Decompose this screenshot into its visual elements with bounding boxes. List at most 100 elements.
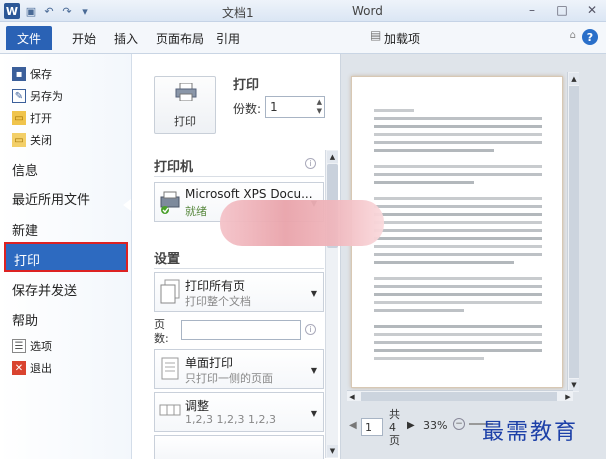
preview-text-line <box>374 245 542 248</box>
nav-recent[interactable]: 最近所用文件 <box>12 189 90 208</box>
pages-input[interactable] <box>181 320 301 340</box>
printer-status: 就绪 <box>185 205 207 218</box>
undo-icon[interactable]: ↶ <box>42 4 56 18</box>
print-range-sub: 打印整个文档 <box>185 295 251 308</box>
nav-close[interactable]: ▭ 关闭 <box>12 132 52 148</box>
preview-text-line <box>374 181 474 184</box>
collate-main: 调整 <box>185 399 210 413</box>
app-name: Word <box>352 4 383 18</box>
preview-hscrollbar[interactable]: ◀ ▶ <box>347 390 573 401</box>
scroll-thumb[interactable] <box>361 392 557 401</box>
preview-text-line <box>374 237 542 240</box>
tab-insert[interactable]: 插入 <box>114 30 138 47</box>
close-icon[interactable]: ✕ <box>584 2 600 18</box>
preview-text-line <box>374 205 542 208</box>
preview-text-line <box>374 349 542 352</box>
redo-icon[interactable]: ↷ <box>60 4 74 18</box>
pages-label: 页数: <box>154 318 169 345</box>
word-logo-icon[interactable]: W <box>4 3 20 19</box>
one-sided-icon <box>161 357 179 380</box>
scroll-up-icon[interactable]: ▲ <box>569 73 579 85</box>
nav-exit[interactable]: ✕ 退出 <box>12 360 52 376</box>
nav-exit-label: 退出 <box>30 362 52 375</box>
print-range-main: 打印所有页 <box>185 279 246 293</box>
ribbon-tabs: 文件 开始 插入 页面布局 引用 ▤ 加载项 ⌂ ? <box>0 22 606 54</box>
minimize-icon[interactable]: – <box>524 2 540 18</box>
printer-name: Microsoft XPS Docu... <box>185 187 313 201</box>
copies-value: 1 <box>270 100 278 114</box>
scroll-down-icon[interactable]: ▼ <box>327 445 338 457</box>
settings-section-title: 设置 <box>154 252 181 267</box>
save-icon: ▪ <box>12 67 26 81</box>
nav-save[interactable]: ▪ 保存 <box>12 66 52 82</box>
printer-section-title: 打印机 <box>154 160 194 175</box>
nav-print[interactable]: 打印 <box>4 242 128 272</box>
maximize-icon[interactable]: □ <box>554 2 570 18</box>
tab-references[interactable]: 引用 <box>216 30 240 47</box>
print-settings-panel: 打印 打印 份数: 1 ▲ ▼ 打印机 i Microsoft XPS Docu.… <box>133 54 340 459</box>
section-divider <box>154 268 324 269</box>
backstage-nav: ▪ 保存 ✎ 另存为 ▭ 打开 ▭ 关闭 信息 最近所用文件 新建 打印 保存并… <box>0 54 132 459</box>
prev-page-icon[interactable]: ◀ <box>349 420 357 431</box>
scroll-left-icon[interactable]: ◀ <box>347 391 357 402</box>
print-button-label: 打印 <box>174 115 196 128</box>
nav-options-label: 选项 <box>30 340 52 353</box>
tab-file[interactable]: 文件 <box>6 26 52 50</box>
nav-save-as[interactable]: ✎ 另存为 <box>12 88 63 104</box>
tab-home[interactable]: 开始 <box>72 30 96 47</box>
nav-new[interactable]: 新建 <box>12 220 38 239</box>
preview-text-line <box>374 149 494 152</box>
preview-text-line <box>374 333 542 336</box>
preview-page <box>351 76 563 388</box>
save-icon[interactable]: ▣ <box>24 4 38 18</box>
preview-text-line <box>374 165 542 168</box>
pages-info-icon[interactable]: i <box>305 324 316 335</box>
preview-text-line <box>374 301 542 304</box>
nav-info[interactable]: 信息 <box>12 160 38 179</box>
next-page-icon[interactable]: ▶ <box>407 420 415 431</box>
page-number-input[interactable]: 1 <box>361 418 383 436</box>
copies-label: 份数: <box>233 102 262 116</box>
print-button[interactable]: 打印 <box>154 76 216 134</box>
preview-text-line <box>374 109 414 112</box>
copies-spinner-icon[interactable]: ▲ ▼ <box>317 98 322 116</box>
settings-scrollbar[interactable]: ▲ ▼ <box>325 150 338 458</box>
help-icon[interactable]: ? <box>582 29 598 45</box>
chevron-down-icon: ▼ <box>310 366 317 375</box>
preview-vscrollbar[interactable]: ▲ ▼ <box>567 72 579 392</box>
preview-text-line <box>374 133 542 136</box>
preview-text-line <box>374 309 464 312</box>
printer-info-icon[interactable]: i <box>305 158 316 169</box>
customize-qat-icon[interactable]: ▾ <box>78 4 92 18</box>
window-controls: – □ ✕ <box>524 2 600 18</box>
copies-input[interactable]: 1 ▲ ▼ <box>265 96 325 118</box>
nav-close-label: 关闭 <box>30 134 52 147</box>
nav-save-send[interactable]: 保存并发送 <box>12 280 77 299</box>
document-title: 文档1 <box>222 6 254 20</box>
nav-open[interactable]: ▭ 打开 <box>12 110 52 126</box>
watermark: 最需教育 <box>482 420 579 445</box>
tab-page-layout[interactable]: 页面布局 <box>156 30 204 47</box>
nav-save-as-label: 另存为 <box>30 90 63 103</box>
preview-text-line <box>374 173 542 176</box>
preview-text-line <box>374 341 542 344</box>
scroll-up-icon[interactable]: ▲ <box>327 151 338 163</box>
print-range-dropdown[interactable]: 打印所有页 打印整个文档 ▼ <box>154 272 324 312</box>
pages-icon <box>160 279 180 304</box>
preview-text-line <box>374 253 542 256</box>
nav-options[interactable]: ☰ 选项 <box>12 338 52 354</box>
nav-help[interactable]: 帮助 <box>12 310 38 329</box>
scroll-thumb[interactable] <box>569 86 579 378</box>
zoom-out-icon[interactable]: − <box>453 418 465 430</box>
active-nav-pointer <box>123 199 131 211</box>
exit-icon: ✕ <box>12 361 26 375</box>
collate-dropdown[interactable]: 调整 1,2,3 1,2,3 1,2,3 ▼ <box>154 392 324 432</box>
sides-dropdown[interactable]: 单面打印 只打印一侧的页面 ▼ <box>154 349 324 389</box>
orientation-dropdown[interactable] <box>154 435 324 459</box>
printer-device-icon <box>160 191 180 214</box>
print-preview: ▲ ▼ ◀ ▶ ◀ 1 共 4 页 ▶ 33% − <box>340 54 606 459</box>
minimize-ribbon-icon[interactable]: ⌂ <box>570 30 576 41</box>
scroll-right-icon[interactable]: ▶ <box>563 391 573 402</box>
preview-text-line <box>374 293 542 296</box>
tab-addins[interactable]: 加载项 <box>384 30 420 47</box>
